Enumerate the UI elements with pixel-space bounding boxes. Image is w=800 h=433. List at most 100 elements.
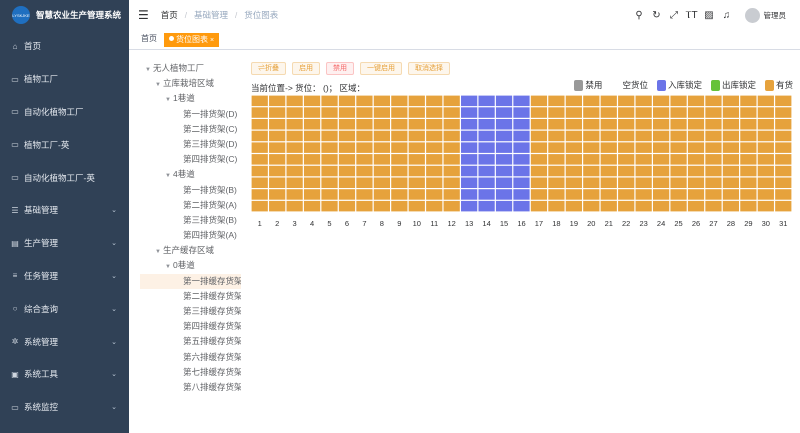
location-cell[interactable] bbox=[391, 154, 408, 165]
location-cell[interactable] bbox=[583, 119, 600, 130]
location-cell[interactable] bbox=[530, 95, 548, 107]
location-cell[interactable] bbox=[373, 130, 391, 142]
location-cell[interactable] bbox=[495, 189, 513, 200]
location-cell[interactable] bbox=[443, 107, 460, 118]
tree-node[interactable]: ▼ 0巷道 bbox=[140, 258, 241, 273]
location-cell[interactable] bbox=[740, 200, 757, 212]
location-cell[interactable] bbox=[269, 130, 286, 142]
location-cell[interactable] bbox=[478, 119, 495, 130]
location-cell[interactable] bbox=[426, 107, 443, 118]
tree-node[interactable]: ▼第四排缓存货架 bbox=[140, 319, 241, 334]
location-cell[interactable] bbox=[722, 142, 740, 153]
location-cell[interactable] bbox=[705, 142, 722, 153]
location-cell[interactable] bbox=[321, 177, 338, 189]
location-cell[interactable] bbox=[338, 189, 356, 200]
location-cell[interactable] bbox=[286, 165, 303, 177]
location-cell[interactable] bbox=[356, 189, 373, 200]
location-cell[interactable] bbox=[775, 130, 792, 142]
location-cell[interactable] bbox=[687, 142, 705, 153]
location-cell[interactable] bbox=[670, 165, 687, 177]
location-cell[interactable] bbox=[338, 154, 356, 165]
location-cell[interactable] bbox=[652, 142, 670, 153]
location-cell[interactable] bbox=[391, 107, 408, 118]
location-cell[interactable] bbox=[670, 119, 687, 130]
location-cell[interactable] bbox=[286, 154, 303, 165]
location-cell[interactable] bbox=[775, 142, 792, 153]
location-cell[interactable] bbox=[251, 189, 268, 200]
location-cell[interactable] bbox=[670, 177, 687, 189]
location-cell[interactable] bbox=[373, 177, 391, 189]
location-cell[interactable] bbox=[443, 130, 460, 142]
location-cell[interactable] bbox=[495, 142, 513, 153]
sidebar-item-5[interactable]: ☰ 基础管理 ⌄ bbox=[0, 194, 129, 227]
location-cell[interactable] bbox=[670, 107, 687, 118]
location-cell[interactable] bbox=[740, 154, 757, 165]
location-cell[interactable] bbox=[583, 95, 600, 107]
location-cell[interactable] bbox=[338, 130, 356, 142]
location-cell[interactable] bbox=[286, 142, 303, 153]
location-cell[interactable] bbox=[251, 142, 268, 153]
location-cell[interactable] bbox=[286, 130, 303, 142]
location-cell[interactable] bbox=[373, 107, 391, 118]
location-cell[interactable] bbox=[705, 189, 722, 200]
location-cell[interactable] bbox=[513, 154, 530, 165]
location-cell[interactable] bbox=[548, 165, 565, 177]
location-cell[interactable] bbox=[408, 165, 425, 177]
location-cell[interactable] bbox=[670, 142, 687, 153]
location-cell[interactable] bbox=[530, 142, 548, 153]
breadcrumb-home[interactable]: 首页 bbox=[161, 9, 178, 21]
location-cell[interactable] bbox=[583, 189, 600, 200]
location-cell[interactable] bbox=[548, 177, 565, 189]
location-cell[interactable] bbox=[338, 107, 356, 118]
location-cell[interactable] bbox=[618, 200, 635, 212]
location-cell[interactable] bbox=[321, 154, 338, 165]
location-cell[interactable] bbox=[513, 165, 530, 177]
location-cell[interactable] bbox=[303, 142, 321, 153]
location-cell[interactable] bbox=[391, 130, 408, 142]
location-cell[interactable] bbox=[356, 165, 373, 177]
location-cell[interactable] bbox=[583, 165, 600, 177]
location-cell[interactable] bbox=[303, 177, 321, 189]
location-cell[interactable] bbox=[530, 154, 548, 165]
tree-node[interactable]: ▼第二排货架(C) bbox=[140, 122, 241, 137]
location-cell[interactable] bbox=[722, 119, 740, 130]
location-cell[interactable] bbox=[426, 165, 443, 177]
location-cell[interactable] bbox=[740, 107, 757, 118]
sidebar-item-9[interactable]: ✲ 系统管理 ⌄ bbox=[0, 325, 129, 358]
sidebar-item-6[interactable]: ▤ 生产管理 ⌄ bbox=[0, 227, 129, 260]
location-cell[interactable] bbox=[635, 107, 652, 118]
location-cell[interactable] bbox=[495, 200, 513, 212]
tag-home[interactable]: 首页 bbox=[138, 33, 161, 47]
location-cell[interactable] bbox=[618, 107, 635, 118]
location-cell[interactable] bbox=[583, 130, 600, 142]
location-cell[interactable] bbox=[373, 165, 391, 177]
location-cell[interactable] bbox=[478, 165, 495, 177]
location-cell[interactable] bbox=[356, 200, 373, 212]
location-cell[interactable] bbox=[408, 95, 425, 107]
location-cell[interactable] bbox=[478, 142, 495, 153]
location-cell[interactable] bbox=[443, 119, 460, 130]
sidebar-item-1[interactable]: ▭ 植物工厂 bbox=[0, 63, 129, 96]
location-cell[interactable] bbox=[338, 95, 356, 107]
location-cell[interactable] bbox=[565, 154, 582, 165]
tree-node[interactable]: ▼第四排货架(A) bbox=[140, 228, 241, 243]
location-cell[interactable] bbox=[775, 107, 792, 118]
location-cell[interactable] bbox=[722, 189, 740, 200]
location-cell[interactable] bbox=[565, 119, 582, 130]
location-cell[interactable] bbox=[652, 154, 670, 165]
location-cell[interactable] bbox=[722, 154, 740, 165]
location-cell[interactable] bbox=[583, 142, 600, 153]
location-cell[interactable] bbox=[757, 107, 774, 118]
location-cell[interactable] bbox=[356, 107, 373, 118]
location-cell[interactable] bbox=[740, 95, 757, 107]
location-cell[interactable] bbox=[722, 177, 740, 189]
location-cell[interactable] bbox=[775, 200, 792, 212]
fullscreen-icon[interactable]: ⤢ bbox=[666, 10, 682, 21]
location-cell[interactable] bbox=[757, 154, 774, 165]
location-cell[interactable] bbox=[478, 130, 495, 142]
location-cell[interactable] bbox=[600, 119, 617, 130]
location-cell[interactable] bbox=[635, 189, 652, 200]
sidebar-item-4[interactable]: ▭ 自动化植物工厂-英 bbox=[0, 161, 129, 194]
location-cell[interactable] bbox=[548, 119, 565, 130]
location-cell[interactable] bbox=[478, 177, 495, 189]
